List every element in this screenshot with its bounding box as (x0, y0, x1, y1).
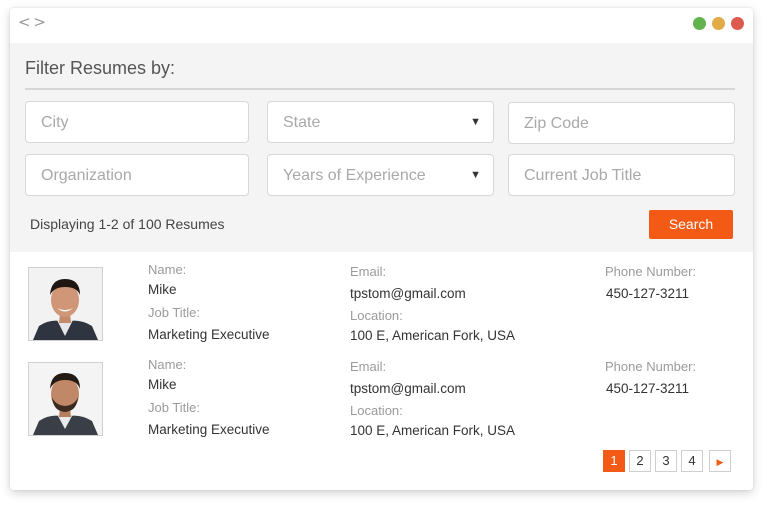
candidate-email[interactable]: tpstom@gmail.com (350, 286, 466, 301)
page-4-button[interactable]: 4 (681, 450, 703, 472)
avatar (28, 267, 103, 341)
email-label: Email: (350, 359, 387, 374)
page-1-button[interactable]: 1 (603, 450, 625, 472)
candidate-job-title: Marketing Executive (148, 422, 270, 437)
close-button[interactable] (731, 17, 744, 30)
chevron-right-icon: ▶ (716, 457, 724, 467)
candidate-name[interactable]: Mike (148, 282, 177, 297)
candidate-location: 100 E, American Fork, USA (350, 423, 516, 438)
state-select[interactable]: State ▼ (267, 101, 494, 143)
title-bar: < > (10, 8, 753, 42)
candidate-name[interactable]: Mike (148, 377, 177, 392)
zip-code-input[interactable]: Zip Code (508, 102, 735, 144)
name-label: Name: (148, 357, 187, 372)
zip-placeholder: Zip Code (524, 115, 589, 132)
candidate-job-title: Marketing Executive (148, 327, 270, 342)
candidate-email[interactable]: tpstom@gmail.com (350, 381, 466, 396)
candidate-location: 100 E, American Fork, USA (350, 328, 516, 343)
location-label: Location: (350, 308, 403, 323)
next-page-button[interactable]: ▶ (709, 450, 731, 472)
job-title-input[interactable]: Current Job Title (508, 154, 735, 196)
organization-placeholder: Organization (41, 167, 132, 184)
code-icon: < > (18, 13, 46, 31)
job-title-placeholder: Current Job Title (524, 167, 642, 184)
city-input[interactable]: City (25, 101, 249, 143)
years-of-experience-select[interactable]: Years of Experience ▼ (267, 154, 494, 196)
divider (25, 88, 735, 90)
page-2-button[interactable]: 2 (629, 450, 651, 472)
name-label: Name: (148, 262, 187, 277)
phone-label: Phone Number: (605, 264, 697, 279)
phone-label: Phone Number: (605, 359, 697, 374)
email-label: Email: (350, 264, 387, 279)
minimize-button[interactable] (712, 17, 725, 30)
city-placeholder: City (41, 114, 69, 131)
candidate-phone: 450-127-3211 (606, 381, 690, 396)
job-title-label: Job Title: (148, 305, 201, 320)
resume-list: Name: Mike Job Title: Marketing Executiv… (10, 252, 753, 490)
avatar (28, 362, 103, 436)
location-label: Location: (350, 403, 403, 418)
organization-input[interactable]: Organization (25, 154, 249, 196)
results-count: Displaying 1-2 of 100 Resumes (30, 216, 225, 232)
state-placeholder: State (283, 114, 321, 131)
chevron-down-icon: ▼ (470, 169, 481, 181)
search-button[interactable]: Search (649, 210, 733, 239)
bearded-man-photo (29, 363, 102, 435)
maximize-button[interactable] (693, 17, 706, 30)
job-title-label: Job Title: (148, 400, 201, 415)
app-window: < > Filter Resumes by: City State ▼ Zip … (10, 8, 753, 490)
filter-title: Filter Resumes by: (25, 58, 176, 78)
chevron-down-icon: ▼ (470, 116, 481, 128)
filter-panel: Filter Resumes by: City State ▼ Zip Code… (10, 43, 753, 252)
candidate-phone: 450-127-3211 (606, 286, 690, 301)
page-3-button[interactable]: 3 (655, 450, 677, 472)
years-placeholder: Years of Experience (283, 167, 426, 184)
smiling-man-photo (29, 268, 102, 340)
